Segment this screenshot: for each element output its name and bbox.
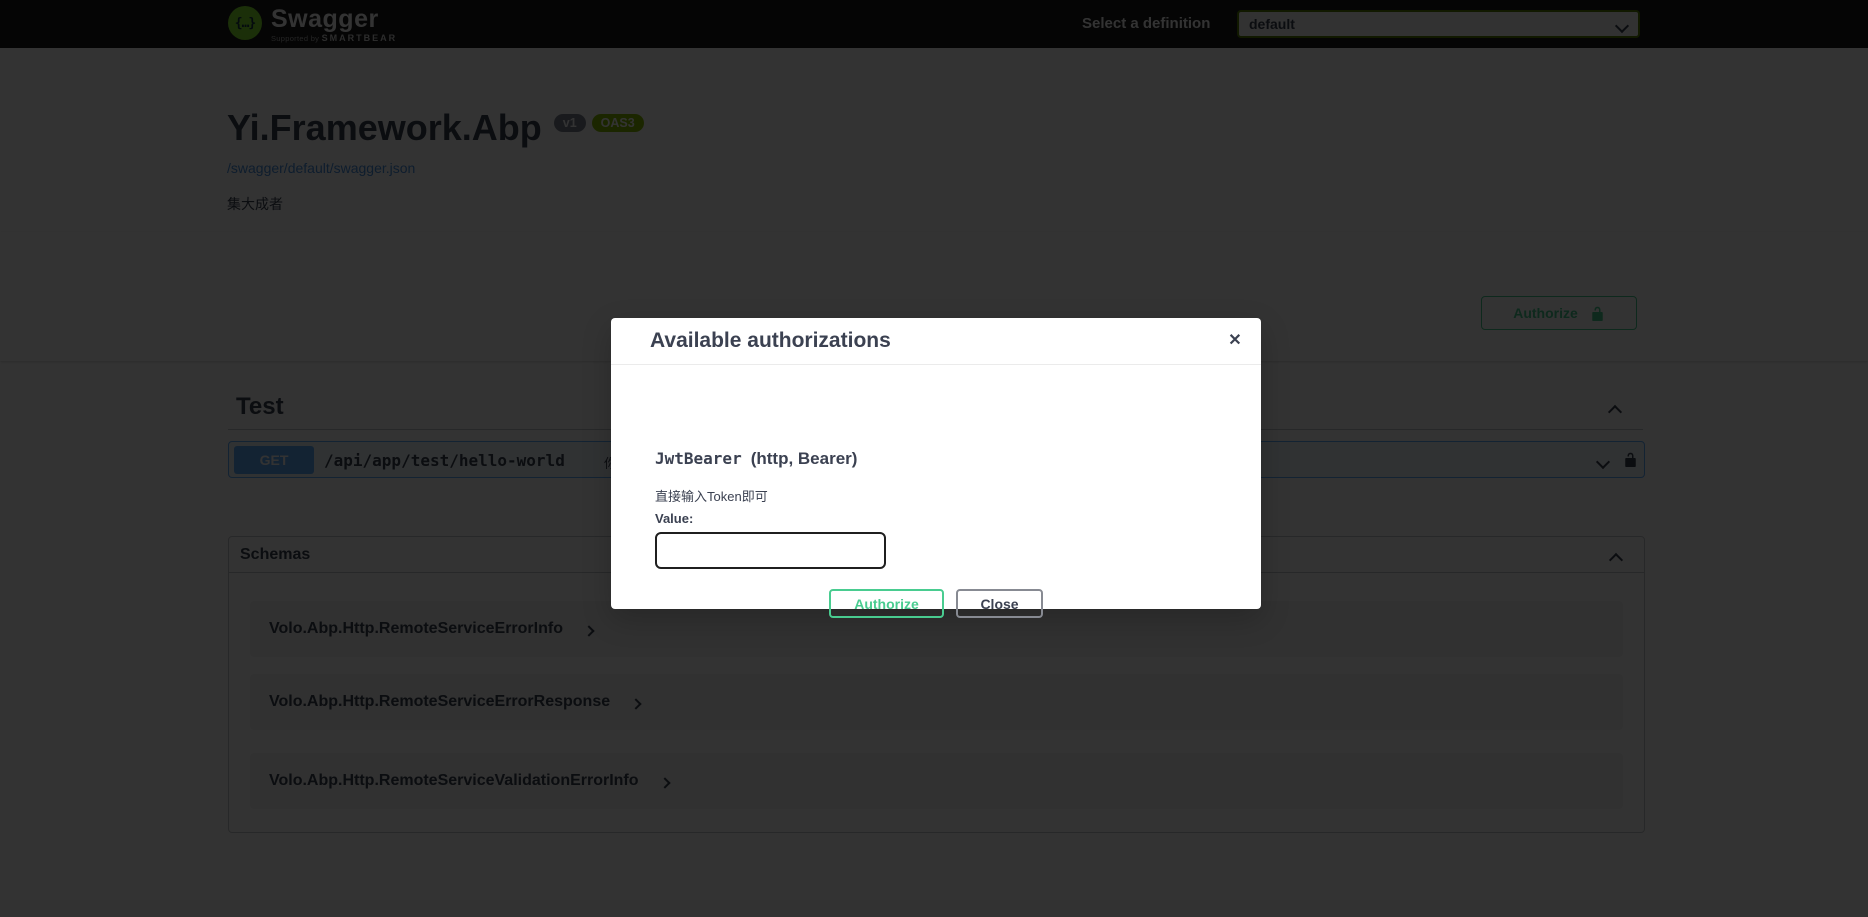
close-icon[interactable]: ✕	[1222, 328, 1248, 354]
auth-scheme-description: 直接输入Token即可	[655, 486, 768, 505]
auth-scheme-name: JwtBearer	[655, 449, 742, 468]
modal-title: Available authorizations	[650, 329, 891, 353]
value-label: Value:	[655, 511, 693, 526]
authorizations-modal: Available authorizations ✕ JwtBearer (ht…	[611, 318, 1261, 609]
auth-scheme-type: (http, Bearer)	[751, 449, 858, 469]
modal-authorize-button[interactable]: Authorize	[829, 589, 944, 618]
token-value-input[interactable]	[655, 532, 886, 569]
modal-close-button[interactable]: Close	[956, 589, 1043, 618]
